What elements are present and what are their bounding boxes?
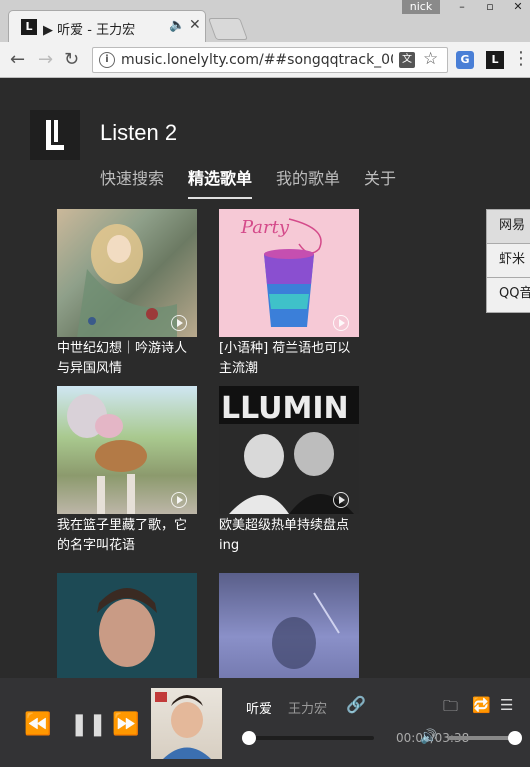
play-icon[interactable] [333,492,349,508]
bookmark-star-icon[interactable]: ☆ [423,49,438,69]
playlist-cover[interactable]: LLUMIN [219,386,359,514]
play-icon[interactable] [171,315,187,331]
tab-about[interactable]: 关于 [364,165,396,199]
playlist-card[interactable]: 我在篮子里藏了歌，它的名字叫花语 [57,386,197,558]
source-xiami[interactable]: 虾米 [487,244,530,278]
playlist-title[interactable]: 我在篮子里藏了歌，它的名字叫花语 [57,516,197,558]
close-icon[interactable]: ✕ [189,17,201,33]
volume-icon[interactable]: 🔊 [420,729,437,745]
repeat-icon[interactable]: 🔁 [472,696,491,714]
reload-icon[interactable]: ↻ [64,49,79,70]
link-icon[interactable]: 🔗 [346,695,366,714]
tab-quick-search[interactable]: 快速搜索 [100,165,164,199]
browser-tab-strip: L ▶ 听爱 - 王力宏 🔈 ✕ nick – ▫ ✕ [0,0,530,42]
new-tab-button[interactable] [207,18,249,40]
browser-tab[interactable]: L ▶ 听爱 - 王力宏 🔈 ✕ [8,10,206,42]
playlist-icon[interactable]: ☰ [500,696,513,714]
next-icon[interactable]: ⏩ [112,712,139,737]
profile-button[interactable]: nick [402,0,440,14]
back-arrow-icon[interactable]: ← [10,49,25,70]
tab-my-playlists[interactable]: 我的歌单 [276,165,340,199]
address-bar[interactable]: i music.lonelylty.com/##songqqtrack_002 … [92,47,448,73]
playlist-cover[interactable]: Party [219,209,359,337]
minimize-icon[interactable]: – [452,0,472,14]
playlist-title[interactable]: 中世纪幻想｜吟游诗人与异国风情 [57,339,197,381]
progress-bar[interactable] [248,736,374,740]
app-logo [30,110,80,160]
source-qq-music[interactable]: QQ音乐 [487,278,530,312]
maximize-icon[interactable]: ▫ [480,0,500,14]
app-title: Listen 2 [100,120,178,145]
info-icon[interactable]: i [99,52,115,68]
play-icon[interactable] [333,315,349,331]
tab-title: ▶ 听爱 - 王力宏 [43,23,136,38]
song-title: 听爱 [246,702,273,717]
translate-icon[interactable]: 文 [399,52,415,68]
svg-text:Party: Party [240,217,290,238]
playlist-card[interactable]: 中世纪幻想｜吟游诗人与异国风情 [57,209,197,381]
playlist-cover[interactable] [57,386,197,514]
play-icon[interactable] [171,492,187,508]
main-nav: 快速搜索 精选歌单 我的歌单 关于 [100,165,420,199]
volume-bar[interactable] [448,736,514,740]
playlist-cover[interactable] [57,209,197,337]
playlist-card[interactable]: Party [小语种] 荷兰语也可以主流潮 [219,209,359,381]
extension-translate-icon[interactable]: G [456,51,474,69]
svg-text:LLUMIN: LLUMIN [221,391,349,426]
menu-icon[interactable]: ⋮ [512,48,530,69]
pause-icon[interactable]: ❚❚ [70,712,107,737]
playlist-card[interactable]: LLUMIN 欧美超级热单持续盘点ing [219,386,359,558]
playlist-title[interactable]: [小语种] 荷兰语也可以主流潮 [219,339,359,381]
browser-toolbar: ← → ↻ i music.lonelylty.com/##songqqtrac… [0,42,530,78]
source-selector: 网易 虾米 QQ音乐 [486,209,530,313]
source-netease[interactable]: 网易 [487,210,530,244]
speaker-icon[interactable]: 🔈 [169,18,185,33]
folder-icon[interactable]: 🗀 [443,696,458,721]
tab-favicon-icon: L [21,19,37,35]
progress-handle[interactable] [242,731,256,745]
tab-featured-playlists[interactable]: 精选歌单 [188,165,253,199]
logo-icon [46,120,64,150]
forward-arrow-icon[interactable]: → [38,49,53,70]
album-art [155,692,211,759]
song-artist[interactable]: 王力宏 [288,698,327,717]
extension-listen-icon[interactable]: L [486,51,504,69]
album-cover[interactable] [151,688,222,759]
window-close-icon[interactable]: ✕ [508,0,528,14]
volume-handle[interactable] [508,731,522,745]
url-text[interactable]: music.lonelylty.com/##songqqtrack_002 [121,52,393,68]
playlist-title[interactable]: 欧美超级热单持续盘点ing [219,516,359,558]
previous-icon[interactable]: ⏪ [24,712,51,737]
player-bar: ⏪ ❚❚ ⏩ 听爱 王力宏 🔗 00:00/03:38 🔊 🗀 🔁 ☰ [0,678,530,767]
